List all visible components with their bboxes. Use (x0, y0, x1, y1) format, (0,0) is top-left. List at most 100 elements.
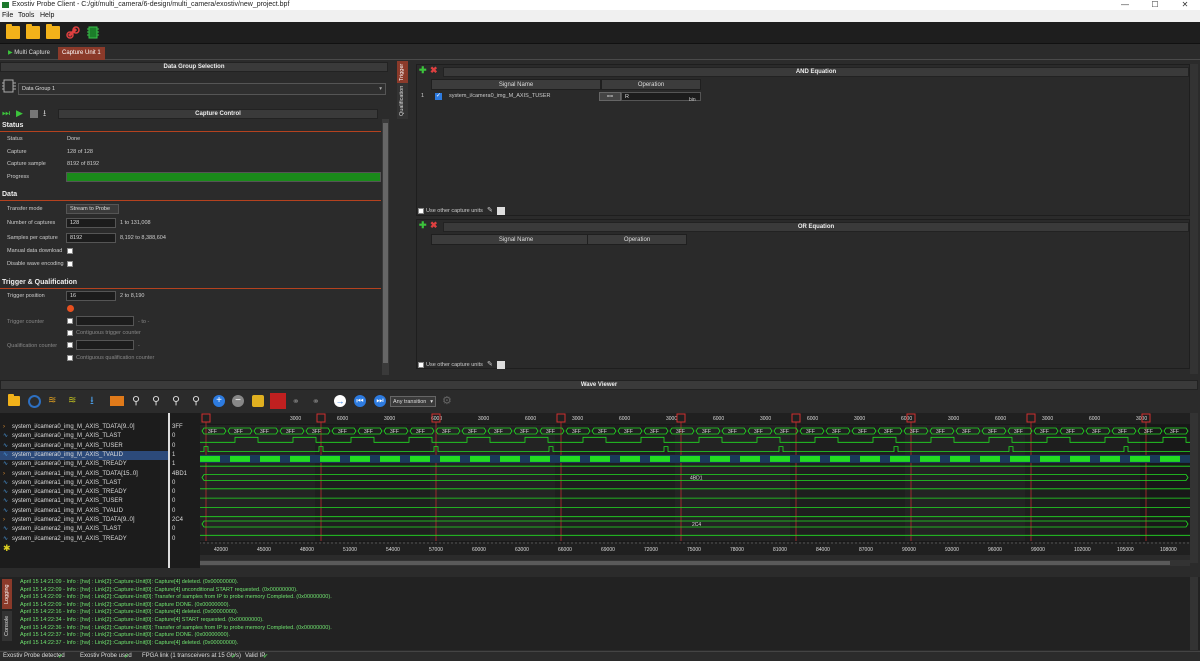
signal-value: 4BD1 (172, 470, 188, 477)
trigger-counter-checkbox[interactable] (67, 318, 73, 324)
bottom-tick-label: 93000 (945, 547, 959, 553)
disable-wave-checkbox[interactable] (67, 261, 73, 267)
signal-row[interactable]: ∿ system_i/camera0_img_M_AXIS_TREADY (0, 460, 168, 469)
manual-download-checkbox[interactable] (67, 248, 73, 254)
expand-bus-icon[interactable]: › (3, 423, 5, 432)
signal-row[interactable]: ∿ system_i/camera0_img_M_AXIS_TVALID (0, 450, 168, 460)
zoom-out-icon[interactable]: ⚲ (172, 394, 184, 408)
prev-transition-icon[interactable]: ⏮ (354, 395, 366, 407)
bus-wave-icon[interactable]: ≋ (48, 395, 62, 407)
side-tab-trigger[interactable]: Trigger (397, 61, 408, 83)
num-captures-input[interactable]: 128 (66, 218, 116, 228)
wave-vertical-scrollbar[interactable] (1190, 413, 1198, 563)
add-icon[interactable]: ✚ (419, 66, 427, 75)
add-marker-icon[interactable]: + (213, 395, 225, 407)
expand-bus-icon[interactable]: › (3, 516, 5, 525)
chip-icon[interactable] (86, 26, 100, 39)
section-divider (0, 200, 381, 201)
save-folder-icon[interactable] (46, 24, 60, 39)
remove-icon[interactable]: ✖ (430, 221, 438, 230)
status-section-title: Status (2, 122, 24, 129)
analog-wave-icon[interactable]: ≋ (68, 395, 82, 407)
contiguous-qual-checkbox[interactable] (67, 355, 73, 361)
left-scrollbar[interactable] (382, 119, 389, 375)
side-tab-qualification[interactable]: Qualification (397, 83, 408, 119)
and-use-other-checkbox[interactable] (418, 208, 424, 214)
remove-icon[interactable]: ✖ (430, 66, 438, 75)
stop-icon[interactable] (30, 110, 38, 118)
edit-icon[interactable]: ✎ (487, 207, 495, 215)
settings-gear-icon[interactable]: ⚙ (442, 395, 454, 407)
qualification-counter-checkbox[interactable] (67, 342, 73, 348)
check-icon: ✔ (124, 654, 130, 660)
list-icon[interactable] (110, 396, 124, 406)
contiguous-trigger-checkbox[interactable] (67, 330, 73, 336)
unlink-markers-icon[interactable]: ⚭ (312, 395, 326, 407)
signal-row[interactable]: ∿ system_i/camera1_img_M_AXIS_TREADY (0, 488, 168, 497)
add-icon[interactable]: ✚ (419, 221, 427, 230)
signal-row[interactable]: ∿ system_i/camera1_img_M_AXIS_TVALID (0, 507, 168, 516)
trigger-position-input[interactable]: 16 (66, 291, 116, 301)
next-transition-icon[interactable]: ⏭ (374, 395, 386, 407)
download-icon[interactable]: ⭳ (43, 108, 53, 118)
or-use-other-checkbox[interactable] (418, 362, 424, 368)
open-waves-icon[interactable] (8, 394, 20, 406)
and-row[interactable]: 1 ✓ system_i/camera0_img_M_AXIS_TUSER ==… (417, 91, 701, 103)
right-scrollbar[interactable] (1190, 64, 1198, 374)
log-scrollbar[interactable] (1190, 577, 1198, 650)
signal-row[interactable]: ∿ system_i/camera1_img_M_AXIS_TUSER (0, 497, 168, 506)
expand-bus-icon[interactable]: › (3, 470, 5, 479)
signal-row[interactable]: ∿ system_i/camera0_img_M_AXIS_TLAST (0, 432, 168, 441)
maximize-button[interactable]: ☐ (1140, 0, 1170, 10)
export-icon[interactable]: ⭳ (90, 394, 102, 408)
link-icon[interactable] (66, 26, 80, 39)
open-folder-icon[interactable] (6, 24, 20, 39)
tvalid-pulse (800, 455, 820, 462)
top-tick-label: 6000 (431, 416, 442, 422)
add-signal-icon[interactable]: ✱ (3, 544, 11, 553)
signal-row[interactable]: ∿ system_i/camera2_img_M_AXIS_TREADY (0, 535, 168, 544)
tvalid-pulse (890, 455, 910, 462)
signal-row[interactable]: › system_i/camera0_img_M_AXIS_TDATA[9..0] (0, 423, 168, 432)
qualification-counter-input[interactable] (76, 340, 134, 350)
transfer-mode-select[interactable]: Stream to Probe (66, 204, 119, 214)
menu-tools[interactable]: Tools (18, 12, 34, 19)
unit-select-icon[interactable] (497, 207, 505, 215)
signal-row[interactable]: ∿ system_i/camera2_img_M_AXIS_TLAST (0, 525, 168, 534)
close-button[interactable]: ✕ (1170, 0, 1200, 10)
wave-horizontal-scrollbar[interactable] (200, 560, 1190, 566)
zoom-icon[interactable]: ⚲ (132, 394, 144, 408)
trigger-counter-input[interactable] (76, 316, 134, 326)
data-group-select[interactable]: Data Group 1 ▾ (18, 83, 386, 95)
cursor-mode-icon[interactable] (270, 393, 286, 409)
unit-select-icon[interactable] (497, 361, 505, 369)
lock-icon[interactable] (252, 395, 264, 407)
wave-plot[interactable]: 3000 6000 3000 6000 3000 6000 3000 6000 3000 6000… (200, 413, 1190, 555)
edit-icon[interactable]: ✎ (487, 361, 495, 369)
menu-file[interactable]: File (2, 12, 13, 19)
run-icon[interactable]: ▶ (16, 109, 25, 118)
minimize-button[interactable]: — (1110, 0, 1140, 10)
tab-capture-unit-1[interactable]: Capture Unit 1 (58, 47, 105, 60)
transition-select[interactable]: Any transition ▾ (390, 396, 436, 407)
open-project-icon[interactable] (26, 24, 40, 39)
link-markers-icon[interactable]: ⚭ (292, 395, 306, 407)
zoom-fit-icon[interactable]: ⚲ (192, 394, 204, 408)
row-enable-checkbox[interactable]: ✓ (435, 93, 442, 100)
tvalid-pulse (410, 455, 430, 462)
refresh-icon[interactable] (28, 395, 41, 408)
signal-row[interactable]: › system_i/camera1_img_M_AXIS_TDATA[15..0… (0, 470, 168, 479)
signal-row[interactable]: › system_i/camera2_img_M_AXIS_TDATA[9..0] (0, 516, 168, 525)
signal-row[interactable]: ∿ system_i/camera0_img_M_AXIS_TUSER (0, 442, 168, 451)
run-continuous-icon[interactable]: ⏭ (2, 109, 11, 118)
zoom-in-icon[interactable]: ⚲ (152, 394, 164, 408)
samples-input[interactable]: 8192 (66, 233, 116, 243)
samples-range: 8,192 to 8,388,604 (120, 235, 166, 241)
menu-help[interactable]: Help (40, 12, 54, 19)
tvalid-pulse (620, 455, 640, 462)
signal-row[interactable]: ∿ system_i/camera1_img_M_AXIS_TLAST (0, 479, 168, 488)
goto-next-icon[interactable]: → (334, 395, 346, 407)
operator-select[interactable]: == (599, 92, 621, 101)
remove-marker-icon[interactable]: − (232, 395, 244, 407)
tab-multi-capture[interactable]: ▶ Multi Capture (4, 47, 54, 60)
